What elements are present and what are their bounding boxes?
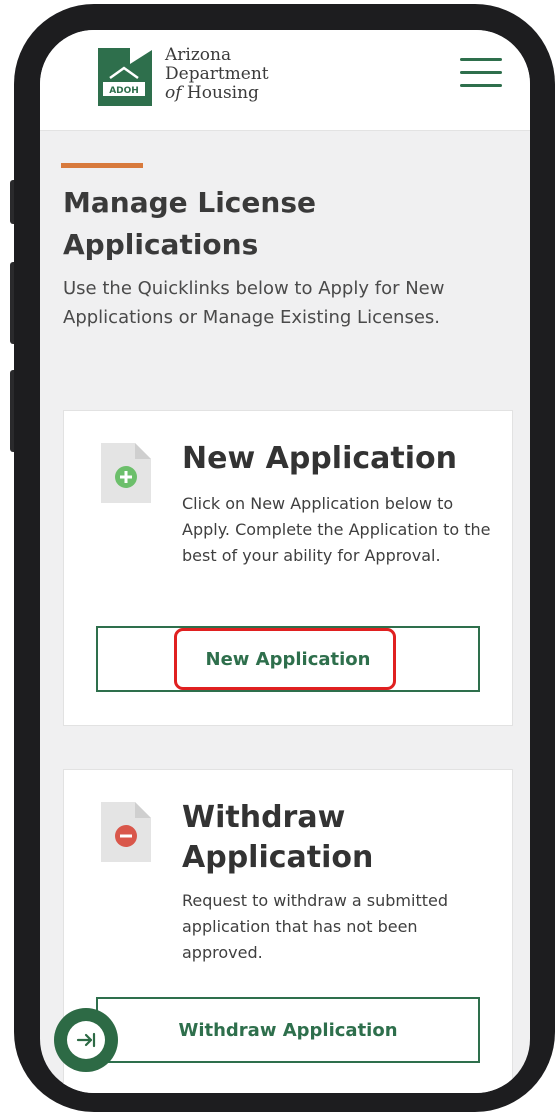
fab-inner-circle — [67, 1021, 105, 1059]
floating-action-button[interactable] — [54, 1008, 118, 1072]
menu-bar-bottom — [460, 84, 502, 87]
menu-bar-top — [460, 58, 502, 61]
org-name-line-2: Department — [165, 64, 269, 84]
new-application-title: New Application — [182, 441, 457, 476]
logo-badge-text: ADOH — [109, 86, 139, 96]
org-name-line-1: Arizona — [165, 45, 232, 65]
new-application-button[interactable]: New Application — [96, 626, 480, 692]
withdraw-application-description: Request to withdraw a submitted applicat… — [182, 891, 448, 962]
org-name-housing: Housing — [181, 83, 259, 103]
hamburger-menu-icon[interactable] — [460, 58, 502, 92]
organization-name: Arizona Department of Housing — [165, 46, 269, 103]
withdraw-application-card: Withdraw Application Request to withdraw… — [63, 769, 513, 1093]
phone-frame: ADOH Arizona Department of Housing Manag… — [14, 4, 555, 1112]
withdraw-application-button[interactable]: Withdraw Application — [96, 997, 480, 1063]
document-remove-icon — [101, 802, 151, 862]
arrow-to-right-icon — [76, 1032, 96, 1048]
phone-screen: ADOH Arizona Department of Housing Manag… — [40, 30, 530, 1093]
org-name-of: of — [165, 83, 182, 103]
page-description: Use the Quicklinks below to Apply for Ne… — [63, 278, 445, 328]
new-application-description: Click on New Application below to Apply.… — [182, 494, 491, 565]
title-accent-bar — [61, 163, 143, 168]
adoh-logo-icon[interactable]: ADOH — [96, 46, 154, 108]
org-name-line-3: of Housing — [165, 84, 269, 103]
menu-bar-middle — [460, 71, 502, 74]
site-header: ADOH Arizona Department of Housing — [40, 30, 530, 131]
new-application-card: New Application Click on New Application… — [63, 410, 513, 726]
document-add-icon — [101, 443, 151, 503]
page-title: Manage License Applications — [63, 186, 316, 261]
withdraw-application-title: Withdraw Application — [182, 800, 374, 875]
